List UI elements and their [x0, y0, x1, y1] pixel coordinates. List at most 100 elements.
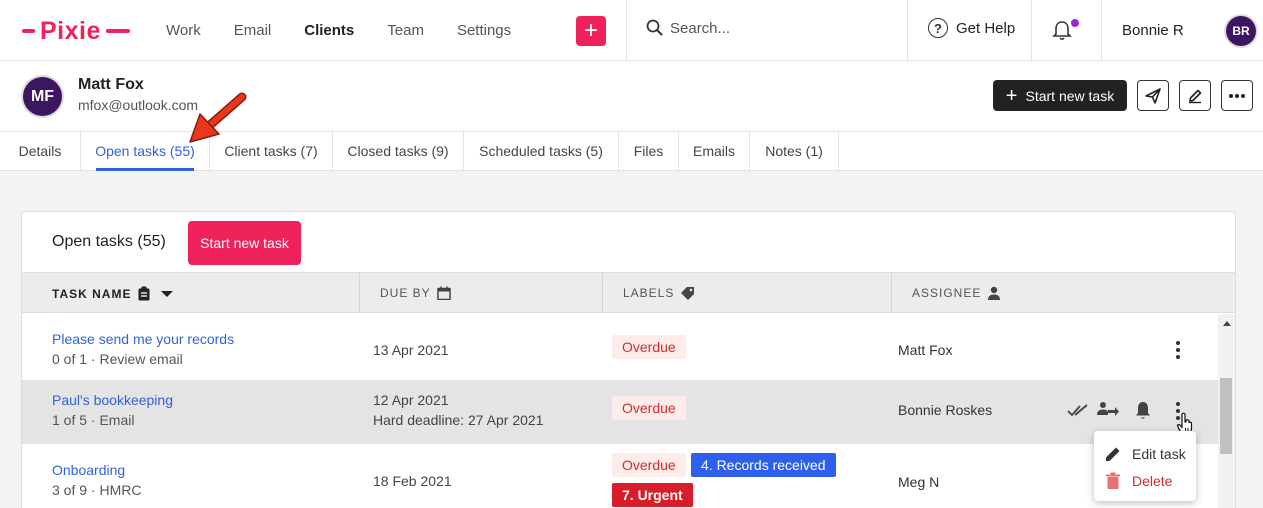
start-new-task-button-panel[interactable]: Start new task: [188, 221, 301, 265]
more-horizontal-icon: [1229, 93, 1245, 98]
send-button[interactable]: [1137, 80, 1169, 111]
delete-label: Delete: [1132, 473, 1173, 489]
panel-title: Open tasks (55): [52, 233, 166, 250]
column-divider: [359, 273, 360, 312]
column-labels[interactable]: LABELS: [623, 286, 695, 300]
tag-icon: [681, 287, 695, 300]
nav-item-email[interactable]: Email: [234, 22, 272, 39]
column-due-by[interactable]: DUE BY: [380, 286, 451, 300]
send-icon: [1145, 87, 1161, 104]
start-new-task-label: Start new task: [1025, 87, 1115, 104]
person-icon: [988, 286, 1001, 300]
scroll-thumb[interactable]: [1220, 378, 1232, 454]
get-help-button[interactable]: ? Get Help: [928, 18, 1015, 38]
nav-item-settings[interactable]: Settings: [457, 22, 511, 39]
reassign-icon[interactable]: [1097, 401, 1119, 419]
tab-emails[interactable]: Emails: [679, 132, 749, 170]
search-box[interactable]: Search...: [646, 19, 730, 37]
edit-task-label: Edit task: [1132, 446, 1186, 462]
label-urgent[interactable]: 7. Urgent: [612, 483, 693, 507]
client-name: Matt Fox: [78, 76, 144, 93]
divider: [626, 0, 627, 61]
due-date: 13 Apr 2021: [373, 342, 449, 358]
top-bar: Pixie Work Email Clients Team Settings +…: [0, 0, 1263, 61]
pixie-logo[interactable]: Pixie: [22, 14, 130, 48]
delete-menu-item[interactable]: Delete: [1104, 472, 1172, 490]
reminder-bell-icon[interactable]: [1134, 401, 1152, 421]
column-divider: [891, 273, 892, 312]
search-icon: [646, 19, 663, 36]
tab-closed-tasks[interactable]: Closed tasks (9): [333, 132, 463, 170]
edit-client-button[interactable]: [1179, 80, 1211, 111]
plus-icon: +: [583, 17, 598, 44]
logo-dash-right: [105, 29, 130, 33]
label-overdue[interactable]: Overdue: [612, 335, 686, 359]
more-options-button[interactable]: [1221, 80, 1253, 111]
client-email: mfox@outlook.com: [78, 97, 199, 113]
tab-scheduled-tasks[interactable]: Scheduled tasks (5): [464, 132, 618, 170]
mark-complete-icon[interactable]: [1067, 403, 1089, 417]
assignee-name: Meg N: [898, 474, 940, 490]
user-name[interactable]: Bonnie R: [1122, 22, 1184, 39]
edit-task-menu-item[interactable]: Edit task: [1104, 445, 1186, 463]
label-overdue[interactable]: Overdue: [612, 453, 686, 477]
column-labels-label: LABELS: [623, 286, 675, 300]
column-assignee-label: ASSIGNEE: [912, 286, 982, 300]
scroll-up-arrow-icon[interactable]: [1223, 321, 1231, 326]
help-icon: ?: [928, 18, 948, 38]
label-overdue[interactable]: Overdue: [612, 396, 686, 420]
task-context-menu: Edit task Delete: [1094, 431, 1196, 501]
row-menu-icon[interactable]: [1176, 341, 1180, 362]
divider: [907, 0, 908, 61]
calendar-icon: [436, 286, 451, 300]
main-nav: Work Email Clients Team Settings: [166, 22, 544, 39]
pencil-icon: [1189, 89, 1202, 103]
pencil-icon: [1106, 447, 1120, 461]
vertical-scrollbar[interactable]: [1218, 314, 1235, 508]
column-task-name-label: TASK NAME: [52, 286, 132, 301]
column-divider: [602, 273, 603, 312]
notification-dot: [1071, 19, 1079, 27]
task-name-link[interactable]: Please send me your records: [52, 331, 234, 347]
tab-details[interactable]: Details: [0, 132, 80, 170]
plus-icon: +: [1005, 84, 1018, 107]
column-task-name[interactable]: TASK NAME: [52, 286, 174, 301]
tab-notes[interactable]: Notes (1): [750, 132, 838, 170]
hard-deadline: Hard deadline: 27 Apr 2021: [373, 412, 544, 428]
assignee-name: Bonnie Roskes: [898, 402, 993, 418]
table-row[interactable]: Paul's bookkeeping 1 of 5 · Email 12 Apr…: [22, 381, 1218, 443]
divider: [1101, 0, 1102, 61]
due-date: 12 Apr 2021: [373, 392, 449, 408]
task-progress: 0 of 1 · Review email: [52, 351, 183, 367]
trash-icon: [1106, 472, 1120, 489]
column-due-by-label: DUE BY: [380, 286, 431, 300]
annotation-arrow-icon: [189, 92, 247, 143]
due-date: 18 Feb 2021: [373, 473, 452, 489]
task-name-link[interactable]: Onboarding: [52, 462, 125, 478]
tab-divider: [838, 132, 839, 170]
user-avatar[interactable]: BR: [1226, 16, 1256, 46]
open-tasks-panel: Open tasks (55) Start new task TASK NAME…: [21, 211, 1236, 508]
start-new-task-button[interactable]: + Start new task: [993, 80, 1127, 111]
table-row[interactable]: Onboarding 3 of 9 · HMRC 18 Feb 2021 Ove…: [22, 444, 1218, 508]
get-help-label: Get Help: [956, 19, 1016, 37]
divider: [1031, 0, 1032, 61]
task-progress: 3 of 9 · HMRC: [52, 482, 142, 498]
assignee-name: Matt Fox: [898, 342, 953, 358]
nav-item-team[interactable]: Team: [387, 22, 424, 39]
tab-files[interactable]: Files: [619, 132, 678, 170]
nav-item-work[interactable]: Work: [166, 22, 201, 39]
nav-item-clients[interactable]: Clients: [304, 22, 354, 39]
logo-dash-left: [22, 29, 35, 33]
clipboard-icon: [138, 286, 150, 301]
table-row[interactable]: Please send me your records 0 of 1 · Rev…: [22, 320, 1218, 380]
sort-down-icon[interactable]: [160, 290, 174, 298]
search-placeholder: Search...: [670, 19, 731, 37]
task-name-link[interactable]: Paul's bookkeeping: [52, 392, 173, 408]
task-progress: 1 of 5 · Email: [52, 412, 135, 428]
table-header: TASK NAME DUE BY LABELS ASSIGNEE: [22, 272, 1235, 313]
logo-text: Pixie: [40, 16, 101, 45]
label-records-received[interactable]: 4. Records received: [691, 453, 836, 477]
quick-add-button[interactable]: +: [576, 16, 606, 46]
column-assignee[interactable]: ASSIGNEE: [912, 286, 1001, 300]
